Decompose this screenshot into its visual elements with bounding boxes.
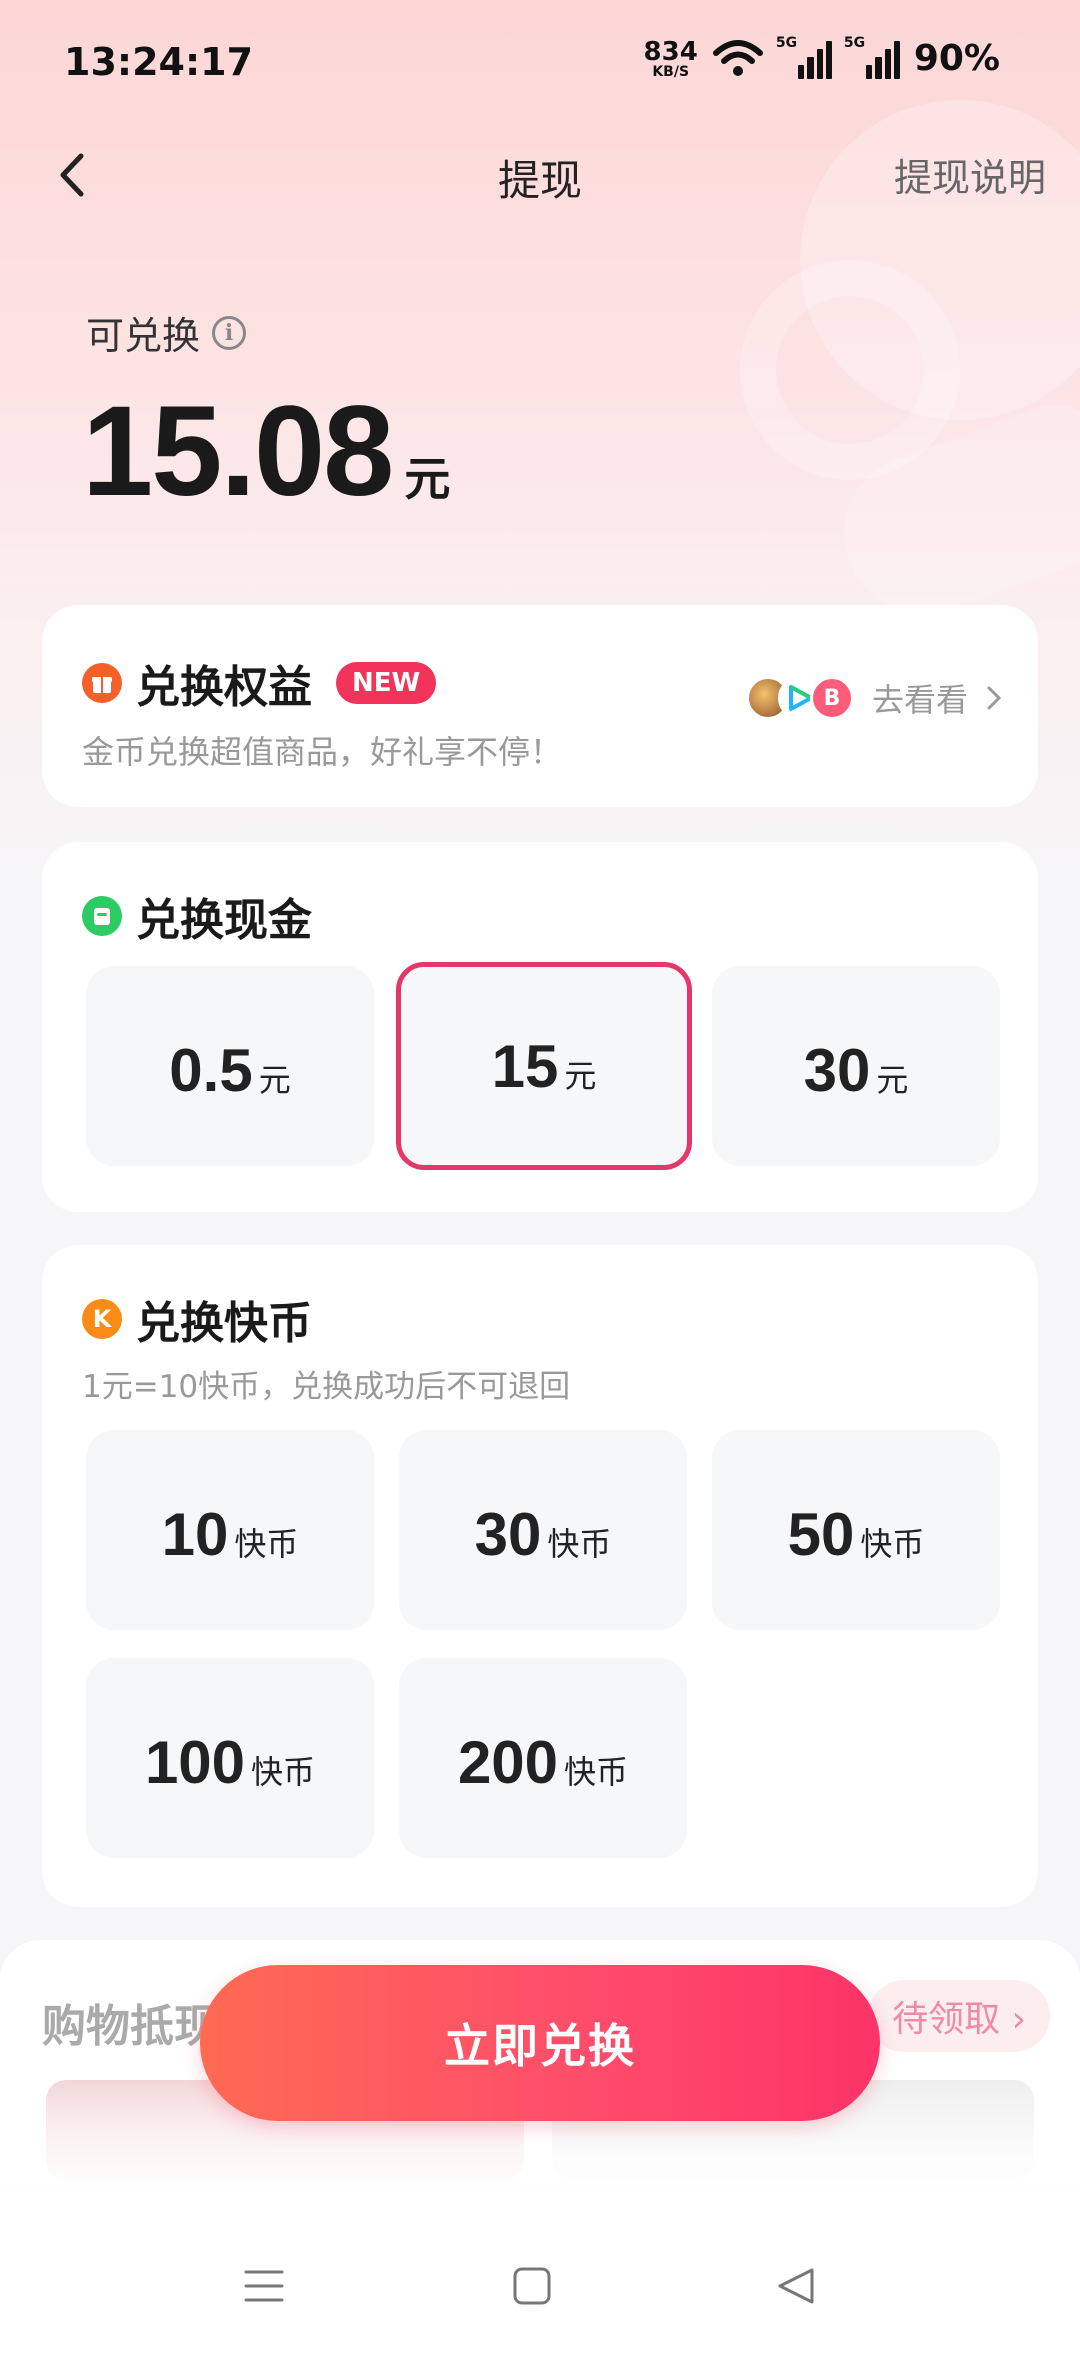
info-icon[interactable]: i	[212, 315, 247, 350]
coins-subtitle: 1元=10快币，兑换成功后不可退回	[82, 1369, 571, 1405]
balance-unit: 元	[404, 452, 451, 506]
option-value: 10	[161, 1501, 229, 1568]
nav-bar: 提现 提现说明	[0, 135, 1080, 215]
option-unit: 元	[564, 1057, 597, 1095]
coin-option-10[interactable]: 10 快币	[86, 1430, 374, 1630]
b-app-icon: B	[809, 676, 854, 720]
go-see-label: 去看看	[871, 681, 968, 719]
benefits-title-row: 兑换权益 NEW	[82, 651, 437, 715]
status-time: 13:24:17	[64, 40, 254, 84]
coin-option-50[interactable]: 50 快币	[712, 1430, 1000, 1630]
cash-wallet-icon	[82, 896, 122, 936]
kuaibi-coin-icon: K	[82, 1299, 122, 1339]
coin-option-200[interactable]: 200 快币	[399, 1658, 687, 1858]
option-value: 15	[491, 1033, 559, 1100]
option-unit: 快币	[860, 1525, 925, 1563]
balance-label-row: 可兑换 i	[86, 305, 247, 360]
coins-title: 兑换快币	[136, 1298, 312, 1349]
network-speed-unit: KB/S	[652, 63, 690, 80]
benefit-avatars: B	[745, 676, 854, 720]
option-value: 100	[144, 1729, 246, 1796]
balance-value: 15.08	[82, 380, 394, 523]
coin-option-30[interactable]: 30 快币	[399, 1430, 687, 1630]
new-badge: NEW	[336, 662, 437, 704]
benefits-title: 兑换权益	[136, 662, 312, 713]
cash-title-row: 兑换现金	[82, 884, 312, 948]
coins-title-row: K 兑换快币	[82, 1287, 312, 1351]
signal-2-label: 5G	[843, 34, 866, 51]
menu-icon[interactable]	[244, 2266, 284, 2306]
option-value: 200	[457, 1729, 559, 1796]
exchange-now-label: 立即兑换	[444, 2019, 636, 2073]
withdraw-instructions-link[interactable]: 提现说明	[894, 147, 1046, 202]
pending-claim-link[interactable]: 待领取 ›	[868, 1980, 1050, 2052]
wifi-icon	[712, 39, 763, 76]
cellular-signal-icon: 5G	[776, 35, 832, 79]
cash-exchange-card: 兑换现金 0.5 元 15 元 30 元	[42, 842, 1038, 1212]
option-value: 30	[474, 1501, 542, 1568]
option-unit: 快币	[251, 1753, 316, 1791]
coin-option-100[interactable]: 100 快币	[86, 1658, 374, 1858]
benefits-go-see-link[interactable]: B 去看看	[745, 675, 1002, 721]
pending-claim-label: 待领取	[892, 1999, 1001, 2040]
chevron-right-icon	[987, 686, 1002, 710]
gift-icon	[82, 663, 122, 703]
option-unit: 元	[258, 1061, 291, 1099]
status-bar: 13:24:17 834 KB/S 5G 5G 90%	[0, 0, 1080, 130]
coin-exchange-card: K 兑换快币 1元=10快币，兑换成功后不可退回 10 快币 30 快币 50 …	[42, 1245, 1038, 1907]
option-value: 30	[803, 1037, 871, 1104]
balance-amount: 15.08 元	[82, 378, 450, 525]
cellular-signal-icon-2: 5G	[844, 35, 900, 79]
benefits-card[interactable]: 兑换权益 NEW 金币兑换超值商品，好礼享不停！ B 去看看	[42, 605, 1038, 807]
network-speed: 834 KB/S	[644, 39, 698, 79]
chevron-right-icon: ›	[1011, 1999, 1026, 2040]
option-value: 0.5	[169, 1037, 253, 1104]
option-value: 50	[787, 1501, 855, 1568]
network-speed-value: 834	[643, 36, 698, 67]
benefits-subtitle: 金币兑换超值商品，好礼享不停！	[82, 733, 563, 771]
exchange-now-button[interactable]: 立即兑换	[200, 1965, 880, 2121]
cash-option-30[interactable]: 30 元	[712, 966, 1000, 1166]
cash-option-0-5[interactable]: 0.5 元	[86, 966, 374, 1166]
option-unit: 快币	[547, 1525, 612, 1563]
status-icons: 834 KB/S 5G 5G 90%	[644, 35, 1000, 80]
home-square-icon[interactable]	[512, 2266, 552, 2306]
cash-title: 兑换现金	[136, 895, 312, 946]
back-triangle-icon[interactable]	[776, 2266, 816, 2306]
option-unit: 元	[876, 1061, 909, 1099]
system-navigation-bar	[0, 2200, 1080, 2376]
cash-option-15-selected[interactable]: 15 元	[396, 962, 692, 1170]
shopping-title: 购物抵现	[42, 2001, 218, 2052]
balance-label: 可兑换	[86, 314, 201, 358]
option-unit: 快币	[564, 1753, 629, 1791]
option-unit: 快币	[234, 1525, 299, 1563]
signal-1-label: 5G	[775, 34, 798, 51]
coin-icon-letter: K	[92, 1305, 112, 1333]
battery-level: 90%	[913, 38, 1000, 79]
